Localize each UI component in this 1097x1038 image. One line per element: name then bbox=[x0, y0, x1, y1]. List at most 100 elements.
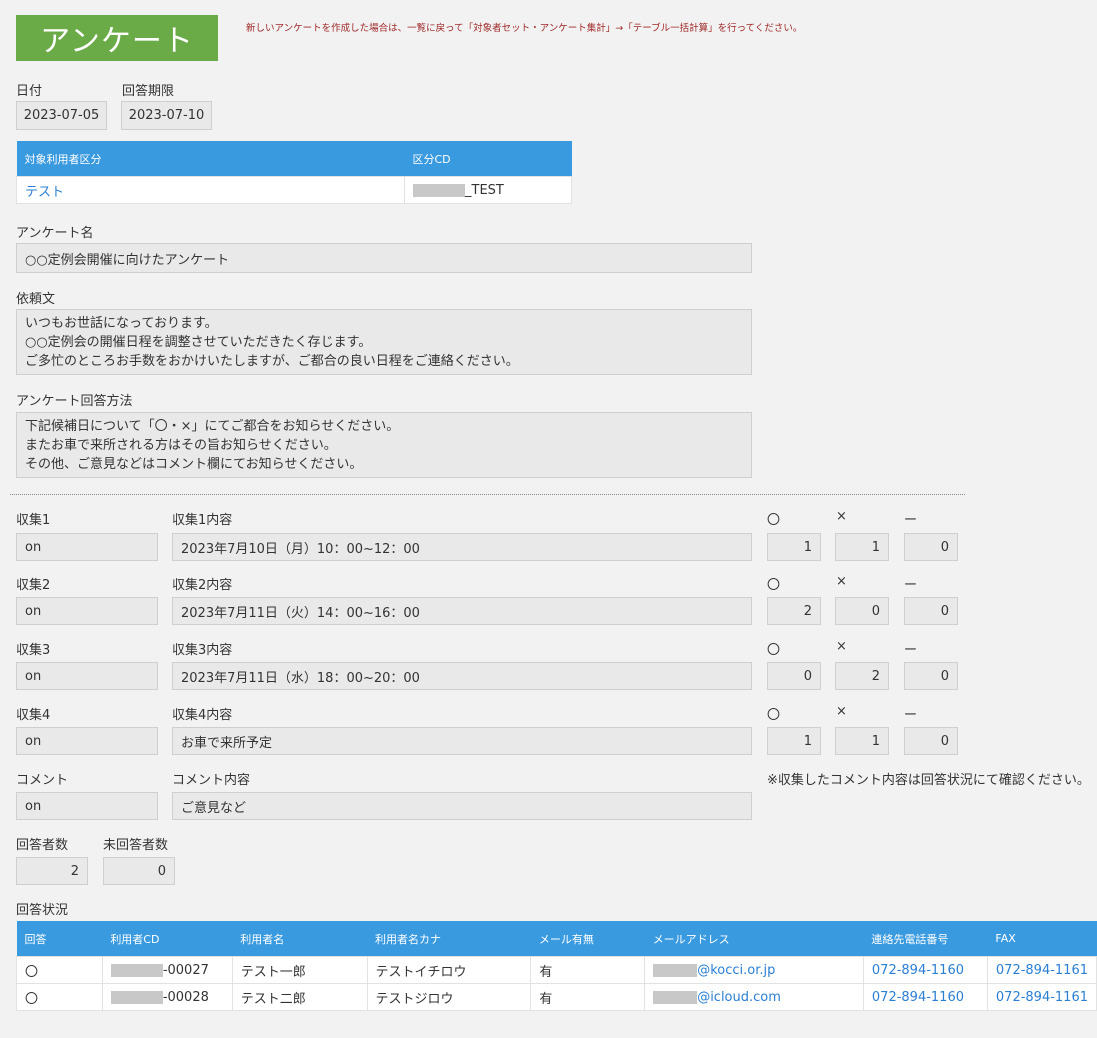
answer-cell: 〇 bbox=[16, 983, 103, 1011]
request-line: ご多忙のところお手数をおかけいたしますが、ご都合の良い日程をご連絡ください。 bbox=[25, 354, 519, 369]
user-name-cell: テスト二郎 bbox=[231, 983, 368, 1011]
collection-label: 収集3 bbox=[16, 643, 51, 658]
user-name-cell: テスト一郎 bbox=[231, 956, 368, 984]
answered-count-field[interactable]: 2 bbox=[16, 857, 88, 885]
cross-count-field[interactable]: 1 bbox=[835, 533, 889, 561]
notice-text: 新しいアンケートを作成した場合は、一覧に戻って「対象者セット・アンケート集計」→… bbox=[246, 23, 803, 34]
comment-flag-field[interactable]: on bbox=[16, 792, 158, 820]
dash-symbol: ー bbox=[904, 578, 918, 593]
answer-cell: 〇 bbox=[16, 956, 103, 984]
table-row: テスト _TEST bbox=[16, 176, 572, 204]
request-line: ○○定例会の開催日程を調整させていただきたく存じます。 bbox=[25, 335, 372, 350]
collection-content-label: 収集1内容 bbox=[172, 513, 233, 528]
section-divider bbox=[10, 494, 965, 495]
method-line: 下記候補日について「〇・×」にてご都合をお知らせください。 bbox=[25, 419, 400, 434]
comment-content-label: コメント内容 bbox=[172, 773, 251, 788]
collection-flag-field[interactable]: on bbox=[16, 662, 158, 690]
method-label: アンケート回答方法 bbox=[16, 394, 133, 409]
redacted-block bbox=[110, 990, 163, 1004]
answered-label: 回答者数 bbox=[16, 838, 69, 853]
survey-name-field[interactable]: ○○定例会開催に向けたアンケート bbox=[16, 243, 752, 273]
page-title: アンケート bbox=[16, 15, 218, 61]
collection-content-field[interactable]: 2023年7月11日（火）14：00~16：00 bbox=[172, 597, 752, 625]
dash-count-field[interactable]: 0 bbox=[904, 597, 958, 625]
dash-symbol: ー bbox=[904, 513, 918, 528]
mail-flag-cell: 有 bbox=[530, 983, 646, 1011]
email-link[interactable]: @kocci.or.jp bbox=[697, 963, 775, 978]
redacted-block bbox=[110, 963, 163, 977]
collection-label: 収集2 bbox=[16, 578, 51, 593]
redacted-block bbox=[653, 963, 698, 977]
circle-symbol: 〇 bbox=[767, 578, 781, 593]
collection-flag-field[interactable]: on bbox=[16, 533, 158, 561]
col-mail-flag: メール有無 bbox=[530, 921, 645, 957]
phone-link[interactable]: 072-894-1160 bbox=[872, 963, 964, 978]
target-header-code: 区分CD bbox=[404, 141, 572, 177]
user-cd-cell: -00027 bbox=[162, 962, 209, 978]
phone-link[interactable]: 072-894-1160 bbox=[872, 990, 964, 1005]
user-kana-cell: テストイチロウ bbox=[366, 956, 532, 984]
target-table: 対象利用者区分 区分CD テスト _TEST bbox=[16, 141, 572, 204]
target-category-link[interactable]: テスト bbox=[25, 185, 64, 200]
cross-symbol: × bbox=[836, 509, 847, 524]
mail-flag-cell: 有 bbox=[530, 956, 646, 984]
method-line: その他、ご意見などはコメント欄にてお知らせください。 bbox=[25, 457, 363, 472]
collection-content-label: 収集4内容 bbox=[172, 708, 233, 723]
dash-symbol: ー bbox=[904, 643, 918, 658]
collection-label: 収集1 bbox=[16, 513, 51, 528]
cross-count-field[interactable]: 1 bbox=[835, 727, 889, 755]
collection-content-label: 収集2内容 bbox=[172, 578, 233, 593]
unanswered-label: 未回答者数 bbox=[103, 838, 169, 853]
method-line: またお車で来所される方はその旨お知らせください。 bbox=[25, 438, 337, 453]
cross-symbol: × bbox=[836, 574, 847, 589]
col-user-kana: 利用者名カナ bbox=[367, 921, 531, 957]
deadline-field[interactable]: 2023-07-10 bbox=[121, 101, 212, 130]
circle-symbol: 〇 bbox=[767, 708, 781, 723]
comment-note: ※収集したコメント内容は回答状況にて確認ください。 bbox=[767, 773, 1090, 788]
target-code: _TEST bbox=[465, 182, 504, 198]
cross-count-field[interactable]: 2 bbox=[835, 662, 889, 690]
table-row: 〇 -00028 テスト二郎 テストジロウ 有 @icloud.com 072-… bbox=[16, 983, 1097, 1011]
comment-content-field[interactable]: ご意見など bbox=[172, 792, 752, 820]
collection-flag-field[interactable]: on bbox=[16, 727, 158, 755]
circle-symbol: 〇 bbox=[767, 513, 781, 528]
circle-count-field[interactable]: 2 bbox=[767, 597, 821, 625]
request-line: いつもお世話になっております。 bbox=[25, 316, 218, 331]
dash-count-field[interactable]: 0 bbox=[904, 662, 958, 690]
col-user-cd: 利用者CD bbox=[102, 921, 233, 957]
col-answer: 回答 bbox=[16, 921, 103, 957]
responses-label: 回答状況 bbox=[16, 903, 69, 918]
unanswered-count-field[interactable]: 0 bbox=[103, 857, 175, 885]
survey-name-label: アンケート名 bbox=[16, 226, 94, 241]
request-textarea[interactable]: いつもお世話になっております。 ○○定例会の開催日程を調整させていただきたく存じ… bbox=[16, 309, 752, 375]
collection-content-label: 収集3内容 bbox=[172, 643, 233, 658]
target-header-category: 対象利用者区分 bbox=[16, 141, 405, 177]
cross-count-field[interactable]: 0 bbox=[835, 597, 889, 625]
date-label: 日付 bbox=[16, 84, 43, 99]
circle-count-field[interactable]: 1 bbox=[767, 533, 821, 561]
circle-count-field[interactable]: 0 bbox=[767, 662, 821, 690]
responses-table: 回答 利用者CD 利用者名 利用者名カナ メール有無 メールアドレス 連絡先電話… bbox=[16, 921, 1097, 1011]
collection-label: 収集4 bbox=[16, 708, 51, 723]
circle-count-field[interactable]: 1 bbox=[767, 727, 821, 755]
redacted-block bbox=[653, 990, 698, 1004]
dash-count-field[interactable]: 0 bbox=[904, 727, 958, 755]
method-textarea[interactable]: 下記候補日について「〇・×」にてご都合をお知らせください。 またお車で来所される… bbox=[16, 412, 752, 478]
user-cd-cell: -00028 bbox=[162, 989, 209, 1005]
col-phone: 連絡先電話番号 bbox=[863, 921, 988, 957]
collection-flag-field[interactable]: on bbox=[16, 597, 158, 625]
cross-symbol: × bbox=[836, 639, 847, 654]
request-label: 依頼文 bbox=[16, 292, 56, 307]
collection-content-field[interactable]: お車で来所予定 bbox=[172, 727, 752, 755]
email-link[interactable]: @icloud.com bbox=[697, 990, 781, 1005]
fax-link[interactable]: 072-894-1161 bbox=[996, 990, 1088, 1005]
col-user-name: 利用者名 bbox=[232, 921, 368, 957]
collection-content-field[interactable]: 2023年7月11日（水）18：00~20：00 bbox=[172, 662, 752, 690]
redacted-block bbox=[413, 183, 465, 197]
dash-count-field[interactable]: 0 bbox=[904, 533, 958, 561]
user-kana-cell: テストジロウ bbox=[366, 983, 532, 1011]
date-field[interactable]: 2023-07-05 bbox=[16, 101, 107, 130]
fax-link[interactable]: 072-894-1161 bbox=[996, 963, 1088, 978]
col-email: メールアドレス bbox=[644, 921, 864, 957]
collection-content-field[interactable]: 2023年7月10日（月）10：00~12：00 bbox=[172, 533, 752, 561]
